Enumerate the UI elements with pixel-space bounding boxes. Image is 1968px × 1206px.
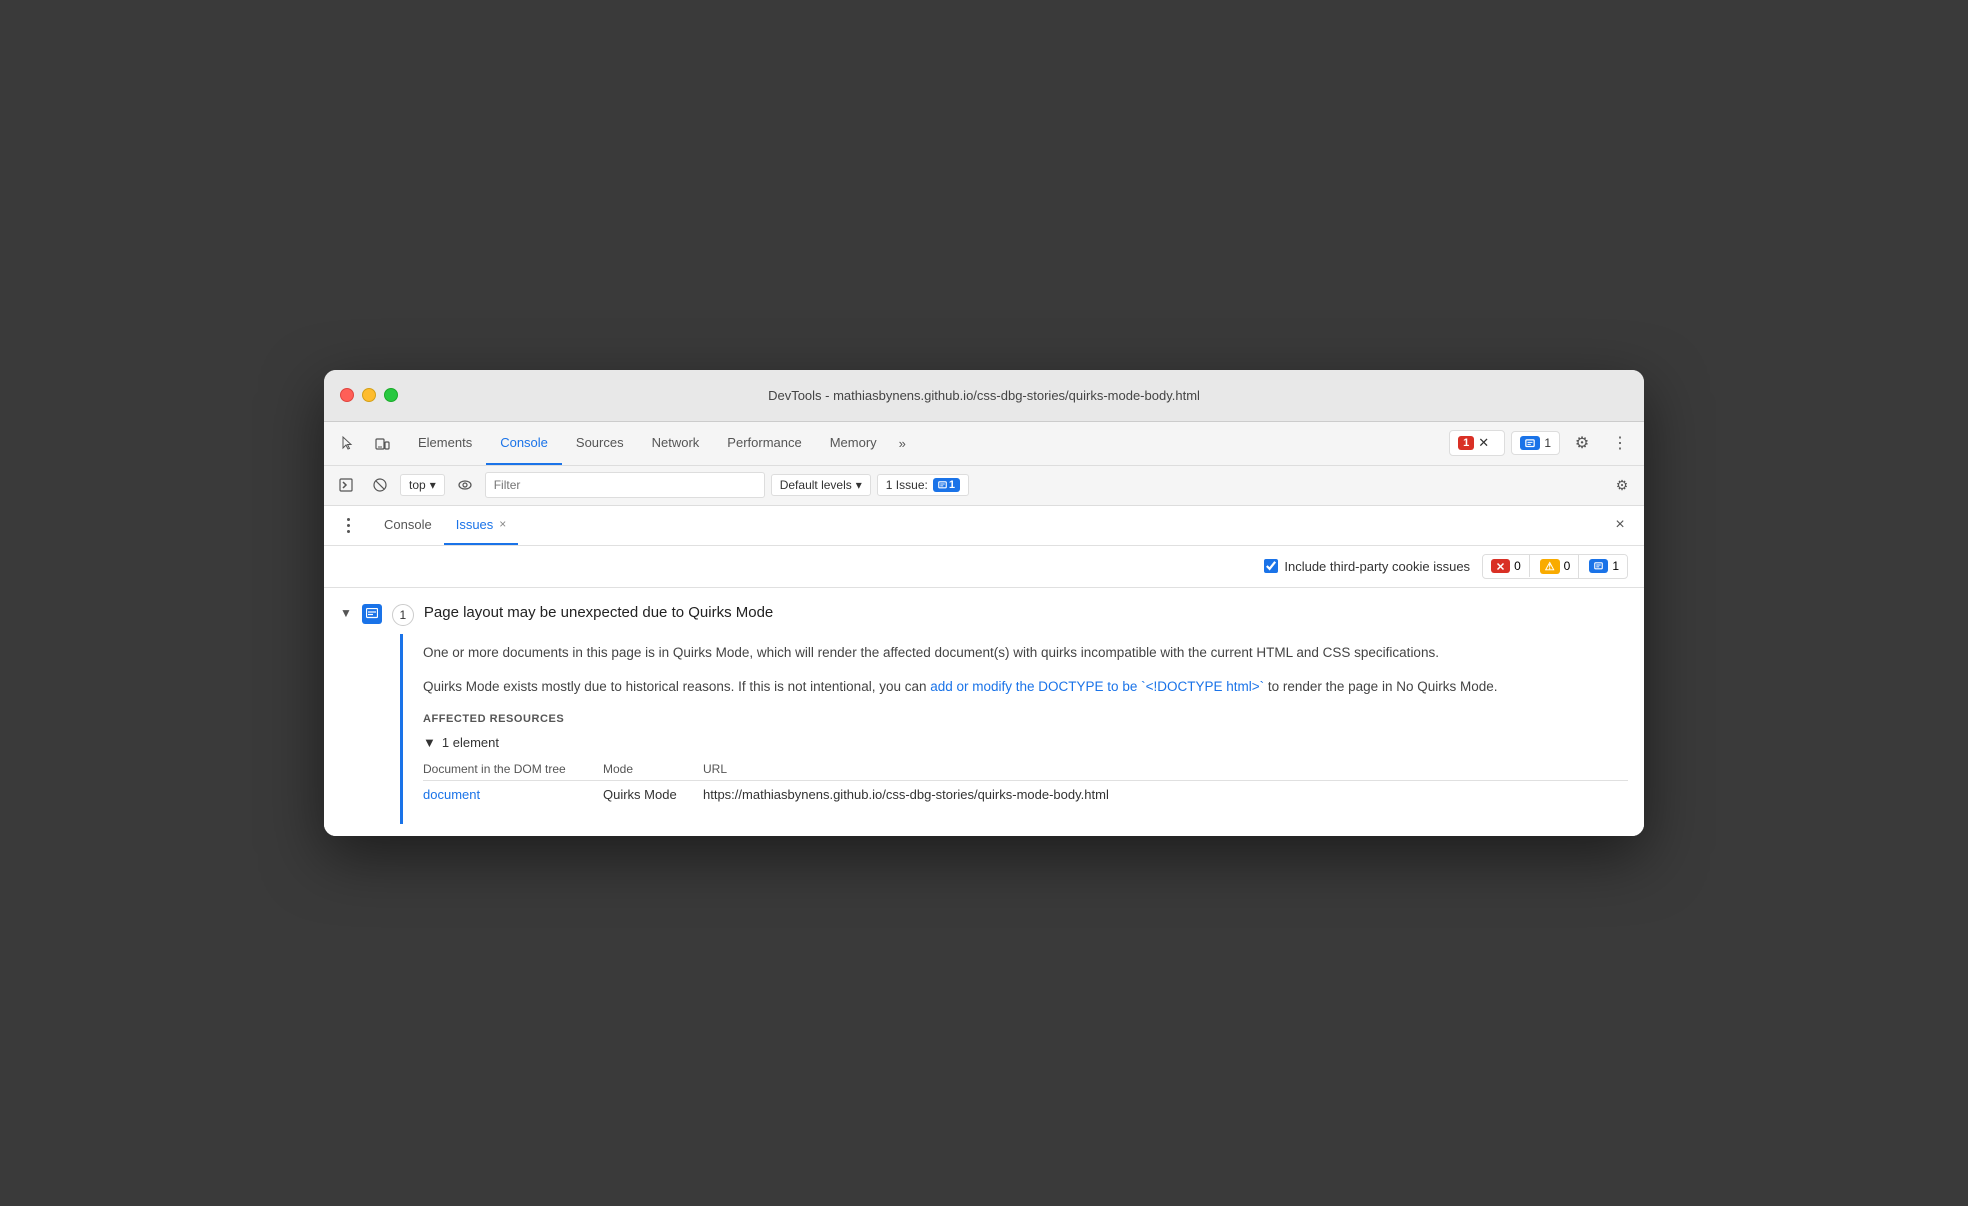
- info-count-filter[interactable]: 1: [1581, 555, 1627, 577]
- resources-table: Document in the DOM tree Mode URL docume…: [423, 758, 1628, 808]
- error-count-filter[interactable]: 0: [1483, 555, 1530, 577]
- col-header-document: Document in the DOM tree: [423, 758, 603, 781]
- warning-count-badge: ⚠: [1540, 559, 1560, 574]
- tab-performance[interactable]: Performance: [713, 422, 815, 465]
- console-settings-button[interactable]: ⚙: [1608, 471, 1636, 499]
- tab-issues-panel[interactable]: Issues ×: [444, 506, 519, 545]
- tab-sources[interactable]: Sources: [562, 422, 638, 465]
- issue-expand-arrow[interactable]: ▼: [340, 606, 352, 620]
- issue-description-1: One or more documents in this page is in…: [423, 642, 1628, 664]
- chevron-down-icon: ▾: [430, 478, 436, 492]
- minimize-button[interactable]: [362, 388, 376, 402]
- maximize-button[interactable]: [384, 388, 398, 402]
- traffic-lights: [340, 388, 398, 402]
- toolbar-right: 1 ✕ 1 ⚙ ⋮: [1449, 427, 1636, 459]
- settings-button[interactable]: ⚙: [1566, 427, 1598, 459]
- error-badge: 1: [1458, 436, 1474, 450]
- device-icon[interactable]: [366, 427, 398, 459]
- resource-document-link[interactable]: document: [423, 787, 480, 802]
- col-header-url: URL: [703, 758, 1628, 781]
- message-badge: [1520, 436, 1540, 450]
- issues-panel: ▼ 1 Page layout may be unexpected due to…: [324, 588, 1644, 836]
- issue-row: ▼ 1 Page layout may be unexpected due to…: [340, 600, 1628, 626]
- table-row: document Quirks Mode https://mathiasbyne…: [423, 781, 1628, 809]
- tab-console[interactable]: Console: [486, 422, 562, 465]
- third-party-cookie-checkbox-label[interactable]: Include third-party cookie issues: [1264, 559, 1470, 574]
- panel-menu-button[interactable]: [336, 513, 360, 537]
- content-area: Console Issues × × Include third-party c…: [324, 506, 1644, 836]
- title-bar: DevTools - mathiasbynens.github.io/css-d…: [324, 370, 1644, 422]
- resource-document-cell: document: [423, 781, 603, 809]
- doctype-link[interactable]: add or modify the DOCTYPE to be `<!DOCTY…: [930, 679, 1264, 694]
- resource-mode-cell: Quirks Mode: [603, 781, 703, 809]
- close-button[interactable]: [340, 388, 354, 402]
- issues-filter-bar: Include third-party cookie issues 0 ⚠ 0: [324, 546, 1644, 588]
- issue-detail: One or more documents in this page is in…: [400, 634, 1628, 824]
- tab-network[interactable]: Network: [638, 422, 714, 465]
- close-issues-tab-button[interactable]: ×: [499, 517, 506, 531]
- block-button[interactable]: [366, 471, 394, 499]
- resources-expander[interactable]: ▼ 1 element: [423, 735, 1628, 750]
- issue-title: Page layout may be unexpected due to Qui…: [424, 602, 773, 623]
- run-script-button[interactable]: [332, 471, 360, 499]
- close-panel-button[interactable]: ×: [1608, 513, 1632, 537]
- error-count-button[interactable]: 1 ✕: [1449, 430, 1505, 456]
- tab-console-panel[interactable]: Console: [372, 506, 444, 545]
- tab-elements[interactable]: Elements: [404, 422, 486, 465]
- issue-type-icon: [362, 604, 382, 624]
- issues-counts: 0 ⚠ 0 1: [1482, 554, 1628, 579]
- default-levels-button[interactable]: Default levels ▾: [771, 474, 871, 496]
- eye-button[interactable]: [451, 471, 479, 499]
- error-count-badge: [1491, 559, 1510, 573]
- info-count-badge: [1589, 559, 1608, 573]
- top-context-selector[interactable]: top ▾: [400, 474, 445, 496]
- main-toolbar: Elements Console Sources Network Perform…: [324, 422, 1644, 466]
- cursor-icon[interactable]: [332, 427, 364, 459]
- window-title: DevTools - mathiasbynens.github.io/css-d…: [768, 388, 1200, 403]
- warning-count-filter[interactable]: ⚠ 0: [1532, 555, 1580, 578]
- message-count-button[interactable]: 1: [1511, 431, 1560, 455]
- tab-list: Elements Console Sources Network Perform…: [404, 422, 1447, 465]
- chevron-down-icon: ▾: [856, 478, 862, 492]
- tab-memory[interactable]: Memory: [816, 422, 891, 465]
- resource-url-cell: https://mathiasbynens.github.io/css-dbg-…: [703, 781, 1628, 809]
- col-header-mode: Mode: [603, 758, 703, 781]
- affected-resources-label: AFFECTED RESOURCES: [423, 713, 1628, 725]
- filter-input[interactable]: [485, 472, 765, 498]
- console-toolbar: top ▾ Default levels ▾ 1 Issue: 1 ⚙: [324, 466, 1644, 506]
- issue-badge: 1: [933, 478, 960, 492]
- third-party-cookie-checkbox[interactable]: [1264, 559, 1278, 573]
- panel-tabs: Console Issues × ×: [324, 506, 1644, 546]
- issue-description: One or more documents in this page is in…: [423, 642, 1628, 697]
- expand-arrow-icon: ▼: [423, 735, 436, 750]
- issue-description-2: Quirks Mode exists mostly due to histori…: [423, 676, 1628, 698]
- devtools-window: DevTools - mathiasbynens.github.io/css-d…: [324, 370, 1644, 836]
- more-options-button[interactable]: ⋮: [1604, 427, 1636, 459]
- issue-count-circle: 1: [392, 604, 414, 626]
- more-tabs-button[interactable]: »: [891, 436, 914, 451]
- issue-count-button[interactable]: 1 Issue: 1: [877, 474, 969, 496]
